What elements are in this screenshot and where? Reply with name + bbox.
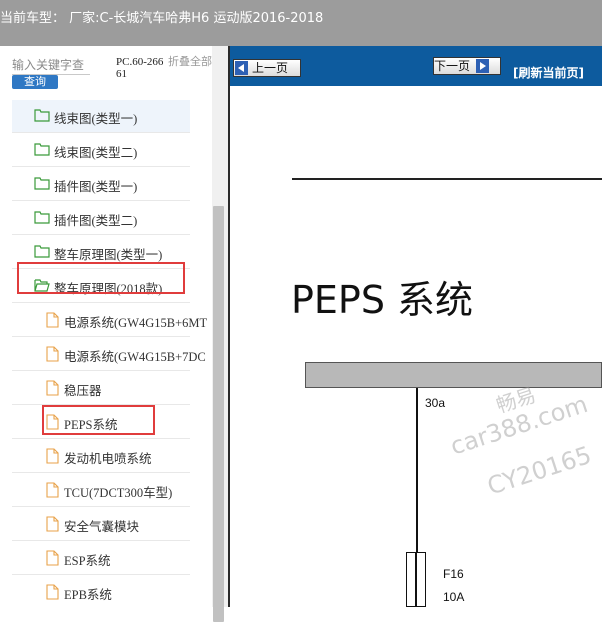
tree-item-harness-type2[interactable]: 线束图(类型二) xyxy=(12,134,190,167)
search-input[interactable] xyxy=(12,56,92,74)
folder-icon xyxy=(34,245,50,258)
tree-item-label: PEPS系统 xyxy=(64,418,118,432)
tree-item-label: 整车原理图(类型一) xyxy=(54,248,163,262)
tree-item-label: 安全气囊模块 xyxy=(64,520,140,534)
tree-item-schematic-type1[interactable]: 整车原理图(类型一) xyxy=(12,236,190,269)
folder-icon xyxy=(34,177,50,190)
tree-item-peps[interactable]: PEPS系统 xyxy=(12,406,190,439)
tree-item-engine-efi[interactable]: 发动机电喷系统 xyxy=(12,440,190,473)
fuse-rating-label: 10A xyxy=(443,590,465,604)
scrollbar-thumb[interactable] xyxy=(213,206,224,622)
watermark-code: CY20165 xyxy=(484,440,595,501)
document-icon xyxy=(46,414,59,430)
tree-item-airbag[interactable]: 安全气囊模块 xyxy=(12,508,190,541)
current-vehicle-title: 当前车型： 厂家:C-长城汽车哈弗H6 运动版2016-2018 xyxy=(0,11,324,26)
document-icon xyxy=(46,516,59,532)
collapse-all-link[interactable]: 折叠全部 xyxy=(168,56,212,68)
tree-item-label: 电源系统(GW4G15B+6MT xyxy=(64,316,208,330)
tree-item-connector-type2[interactable]: 插件图(类型二) xyxy=(12,202,190,235)
folder-open-icon xyxy=(34,279,50,292)
tree-item-epb[interactable]: EPB系统 xyxy=(12,576,190,607)
sidebar-scrollbar[interactable] xyxy=(212,46,228,622)
next-page-label: 下一页 xyxy=(434,59,471,73)
sidebar: 查询 PC.60-26661 折叠全部 线束图(类型一) 线束图(类型二) 插件… xyxy=(0,46,228,607)
tree-item-label: 插件图(类型二) xyxy=(54,214,138,228)
tree-item-esp[interactable]: ESP系统 xyxy=(12,542,190,575)
document-rule xyxy=(292,178,602,180)
tree-item-label: 整车原理图(2018款) xyxy=(54,282,163,296)
tree-item-label: 线束图(类型二) xyxy=(54,146,138,160)
tree-item-label: EPB系统 xyxy=(64,588,112,602)
document-icon xyxy=(46,448,59,464)
refresh-page-link[interactable]: [刷新当前页] xyxy=(513,64,584,81)
document-icon xyxy=(46,380,59,396)
viewer-toolbar: 上一页 下一页 [刷新当前页] xyxy=(230,46,602,86)
tree-item-label: ESP系统 xyxy=(64,554,111,568)
tree-item-power-6mt[interactable]: 电源系统(GW4G15B+6MT xyxy=(12,304,207,337)
tree-item-label: 电源系统(GW4G15B+7DC xyxy=(64,350,206,364)
tree-item-label: 线束图(类型一) xyxy=(54,112,138,126)
arrow-left-icon xyxy=(235,61,248,75)
tree-item-label: TCU(7DCT300车型) xyxy=(64,486,173,500)
tree-item-label: 稳压器 xyxy=(64,384,102,398)
tree-item-connector-type1[interactable]: 插件图(类型一) xyxy=(12,168,190,201)
document-icon xyxy=(46,550,59,566)
tree-item-label: 发动机电喷系统 xyxy=(64,452,152,466)
diagram-header-bar xyxy=(305,362,602,388)
document-icon xyxy=(46,346,59,362)
arrow-right-icon xyxy=(476,59,490,73)
document-icon xyxy=(46,584,59,600)
fuse-label: F16 xyxy=(443,567,464,581)
tree-item-harness-type1[interactable]: 线束图(类型一) xyxy=(12,100,190,133)
pc-code: PC.60-26661 xyxy=(116,56,164,80)
document-viewer: 上一页 下一页 [刷新当前页] PEPS 系统 30a F16 10A 畅易 c… xyxy=(230,46,602,607)
prev-page-button[interactable]: 上一页 xyxy=(233,59,301,77)
tree-item-voltage-regulator[interactable]: 稳压器 xyxy=(12,372,190,405)
next-page-button[interactable]: 下一页 xyxy=(433,57,501,75)
folder-icon xyxy=(34,143,50,156)
folder-icon xyxy=(34,211,50,224)
page-title: PEPS 系统 xyxy=(291,278,474,322)
document-icon xyxy=(46,482,59,498)
fuse-symbol xyxy=(406,552,426,607)
supply-label: 30a xyxy=(425,396,446,410)
prev-page-label: 上一页 xyxy=(252,61,289,75)
tree-item-label: 插件图(类型一) xyxy=(54,180,138,194)
tree-item-schematic-2018[interactable]: 整车原理图(2018款) xyxy=(12,270,190,303)
tree-item-power-7dct[interactable]: 电源系统(GW4G15B+7DC xyxy=(12,338,206,371)
tree-item-tcu[interactable]: TCU(7DCT300车型) xyxy=(12,474,190,507)
query-button[interactable]: 查询 xyxy=(12,75,58,89)
title-bar: 当前车型： 厂家:C-长城汽车哈弗H6 运动版2016-2018 xyxy=(0,0,602,46)
document-icon xyxy=(46,312,59,328)
folder-icon xyxy=(34,109,50,122)
